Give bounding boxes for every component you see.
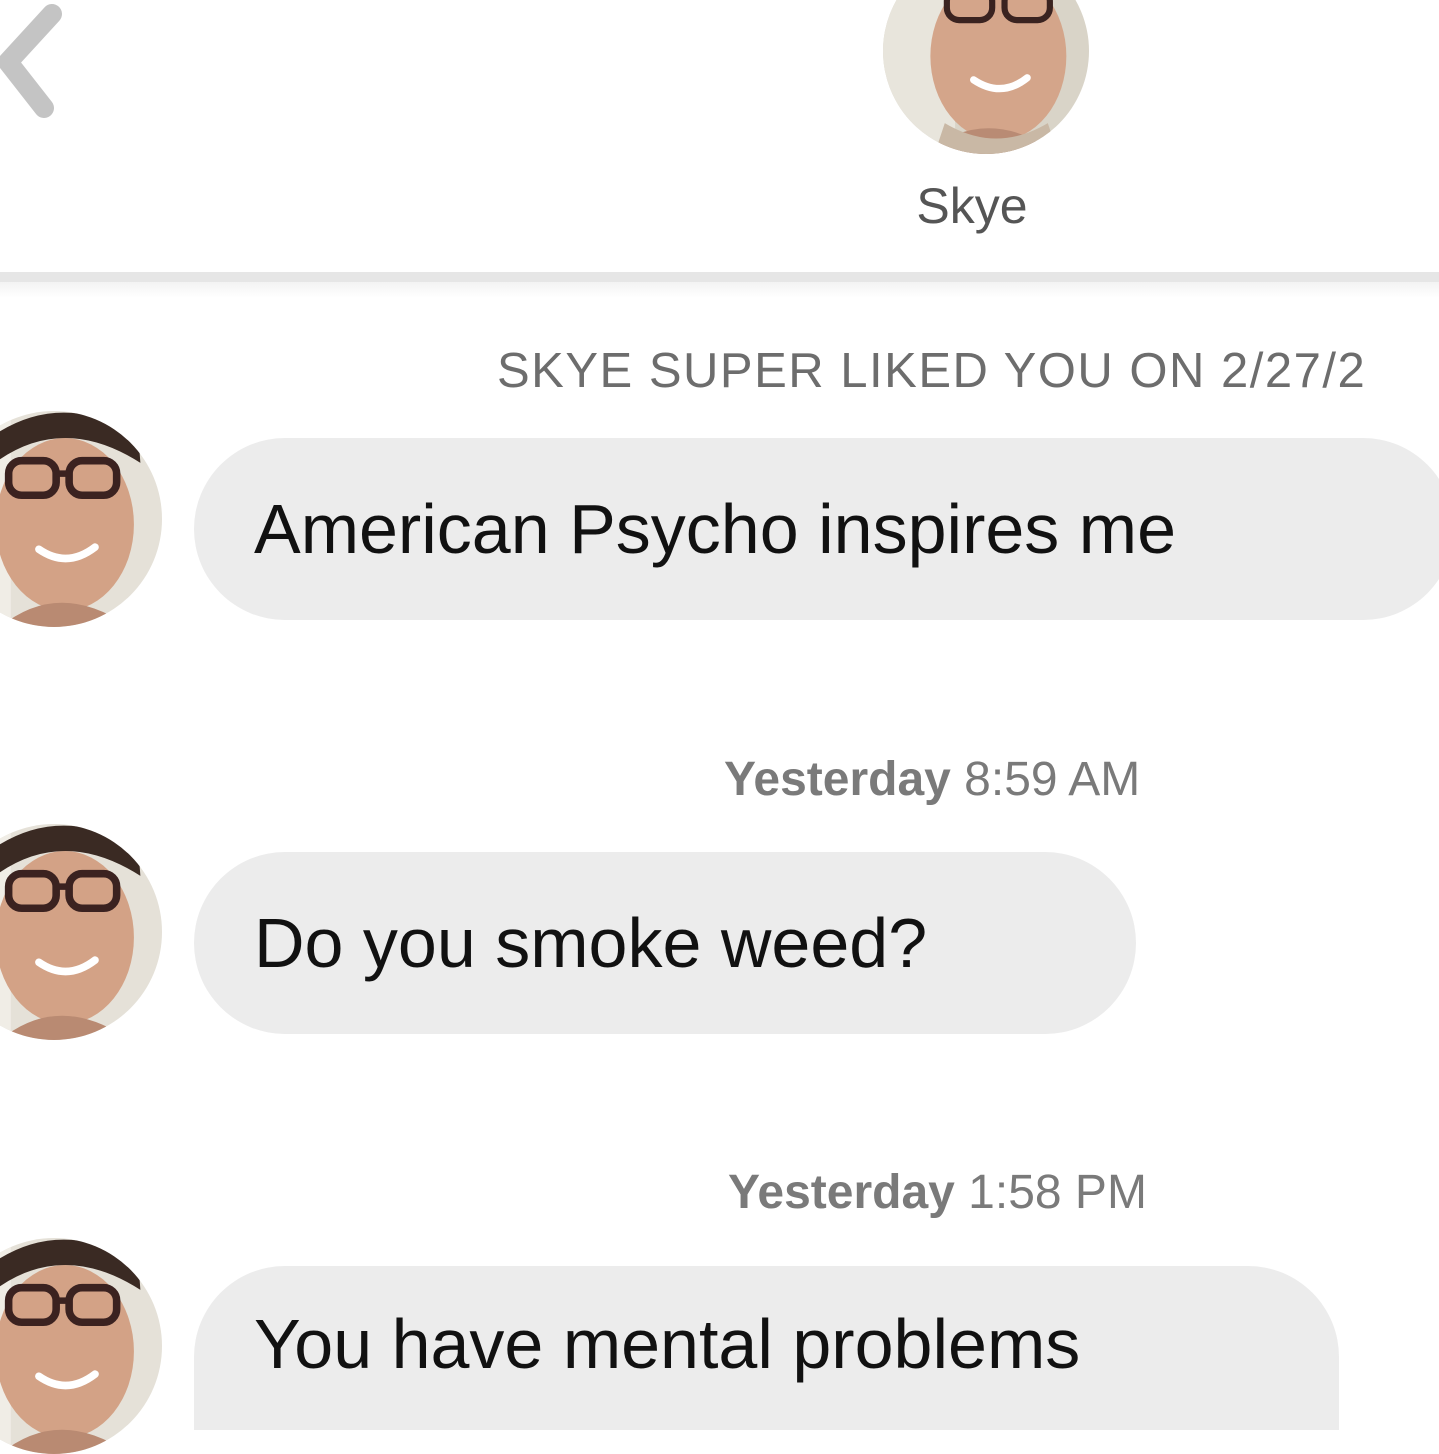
timestamp-day: Yesterday (728, 1166, 955, 1219)
message-avatar[interactable] (0, 1238, 162, 1454)
message-text: American Psycho inspires me (254, 490, 1176, 568)
profile-photo (0, 824, 162, 1040)
message-bubble[interactable]: You have mental problems (194, 1266, 1339, 1430)
timestamp-day: Yesterday (724, 753, 951, 806)
message-bubble[interactable]: Do you smoke weed? (194, 852, 1136, 1034)
message-timestamp: Yesterday 8:59 AM (724, 752, 1140, 808)
message-bubble[interactable]: American Psycho inspires me (194, 438, 1439, 620)
message-text: You have mental problems (254, 1305, 1081, 1383)
super-like-notice: SKYE SUPER LIKED YOU ON 2/27/2 (497, 344, 1367, 398)
message-avatar[interactable] (0, 411, 162, 627)
back-button[interactable] (0, 0, 75, 125)
profile-photo (0, 1238, 162, 1454)
contact-name: Skye (916, 178, 1028, 234)
profile-photo (883, 0, 1089, 154)
header-avatar[interactable] (883, 0, 1089, 154)
timestamp-time: 1:58 PM (968, 1166, 1147, 1219)
header-divider-shadow (0, 282, 1439, 298)
message-timestamp: Yesterday 1:58 PM (728, 1165, 1147, 1221)
message-text: Do you smoke weed? (254, 904, 928, 982)
header-divider (0, 272, 1439, 282)
profile-photo (0, 411, 162, 627)
chevron-left-icon (0, 4, 62, 118)
timestamp-time: 8:59 AM (964, 753, 1141, 806)
message-avatar[interactable] (0, 824, 162, 1040)
